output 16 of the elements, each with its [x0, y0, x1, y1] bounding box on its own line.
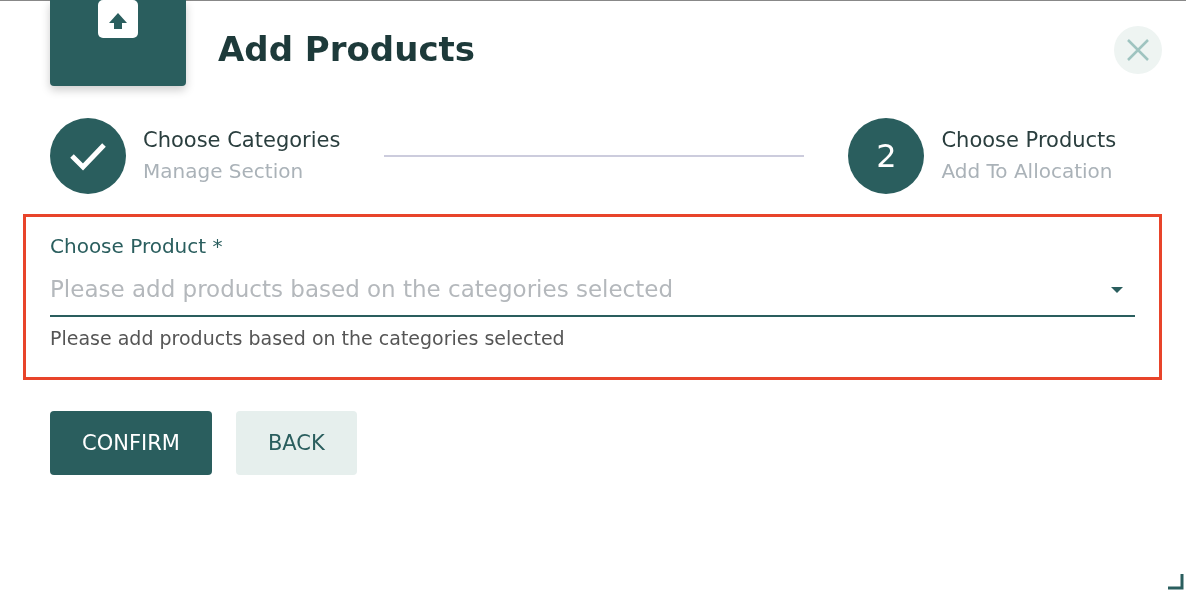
field-label: Choose Product *	[50, 233, 224, 260]
helper-text: Please add products based on the categories selected	[50, 327, 566, 349]
dialog-title: Add Products	[218, 29, 477, 69]
step-title: Choose Categories	[143, 127, 341, 154]
confirm-button[interactable]: CONFIRM	[50, 411, 212, 475]
close-button[interactable]	[1114, 26, 1162, 74]
step-subtitle: Manage Section	[143, 158, 305, 185]
resize-handle-icon	[1168, 574, 1184, 590]
back-button[interactable]: BACK	[235, 411, 357, 475]
dropdown-caret-icon	[1111, 287, 1123, 293]
step-subtitle: Add To Allocation	[941, 158, 1114, 185]
close-icon	[1126, 38, 1150, 62]
step-title: Choose Products	[941, 127, 1117, 154]
product-select-field[interactable]: Please add products based on the categories selected	[50, 263, 1135, 317]
check-icon	[70, 141, 106, 171]
step-number-circle: 2	[848, 118, 925, 194]
